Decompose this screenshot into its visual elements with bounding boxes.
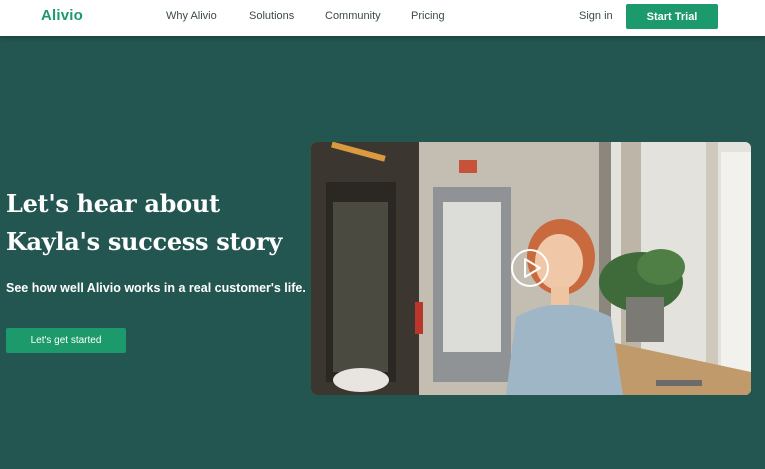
top-navbar: Alivio Why Alivio Solutions Community Pr… xyxy=(0,0,765,36)
play-icon[interactable] xyxy=(510,248,550,288)
nav-community[interactable]: Community xyxy=(325,10,381,22)
exit-sign-icon xyxy=(459,160,477,173)
start-trial-button[interactable]: Start Trial xyxy=(626,4,718,29)
video-player[interactable] xyxy=(311,142,751,395)
nav-solutions[interactable]: Solutions xyxy=(249,10,294,22)
nav-pricing[interactable]: Pricing xyxy=(411,10,445,22)
hero-title: Let's hear about Kayla's success story xyxy=(6,189,282,256)
logo[interactable]: Alivio xyxy=(41,7,83,24)
nav-why-alivio[interactable]: Why Alivio xyxy=(166,10,217,22)
sign-in-link[interactable]: Sign in xyxy=(579,10,613,22)
get-started-button[interactable]: Let's get started xyxy=(6,328,126,353)
hero-subtitle: See how well Alivio works in a real cust… xyxy=(6,281,306,295)
